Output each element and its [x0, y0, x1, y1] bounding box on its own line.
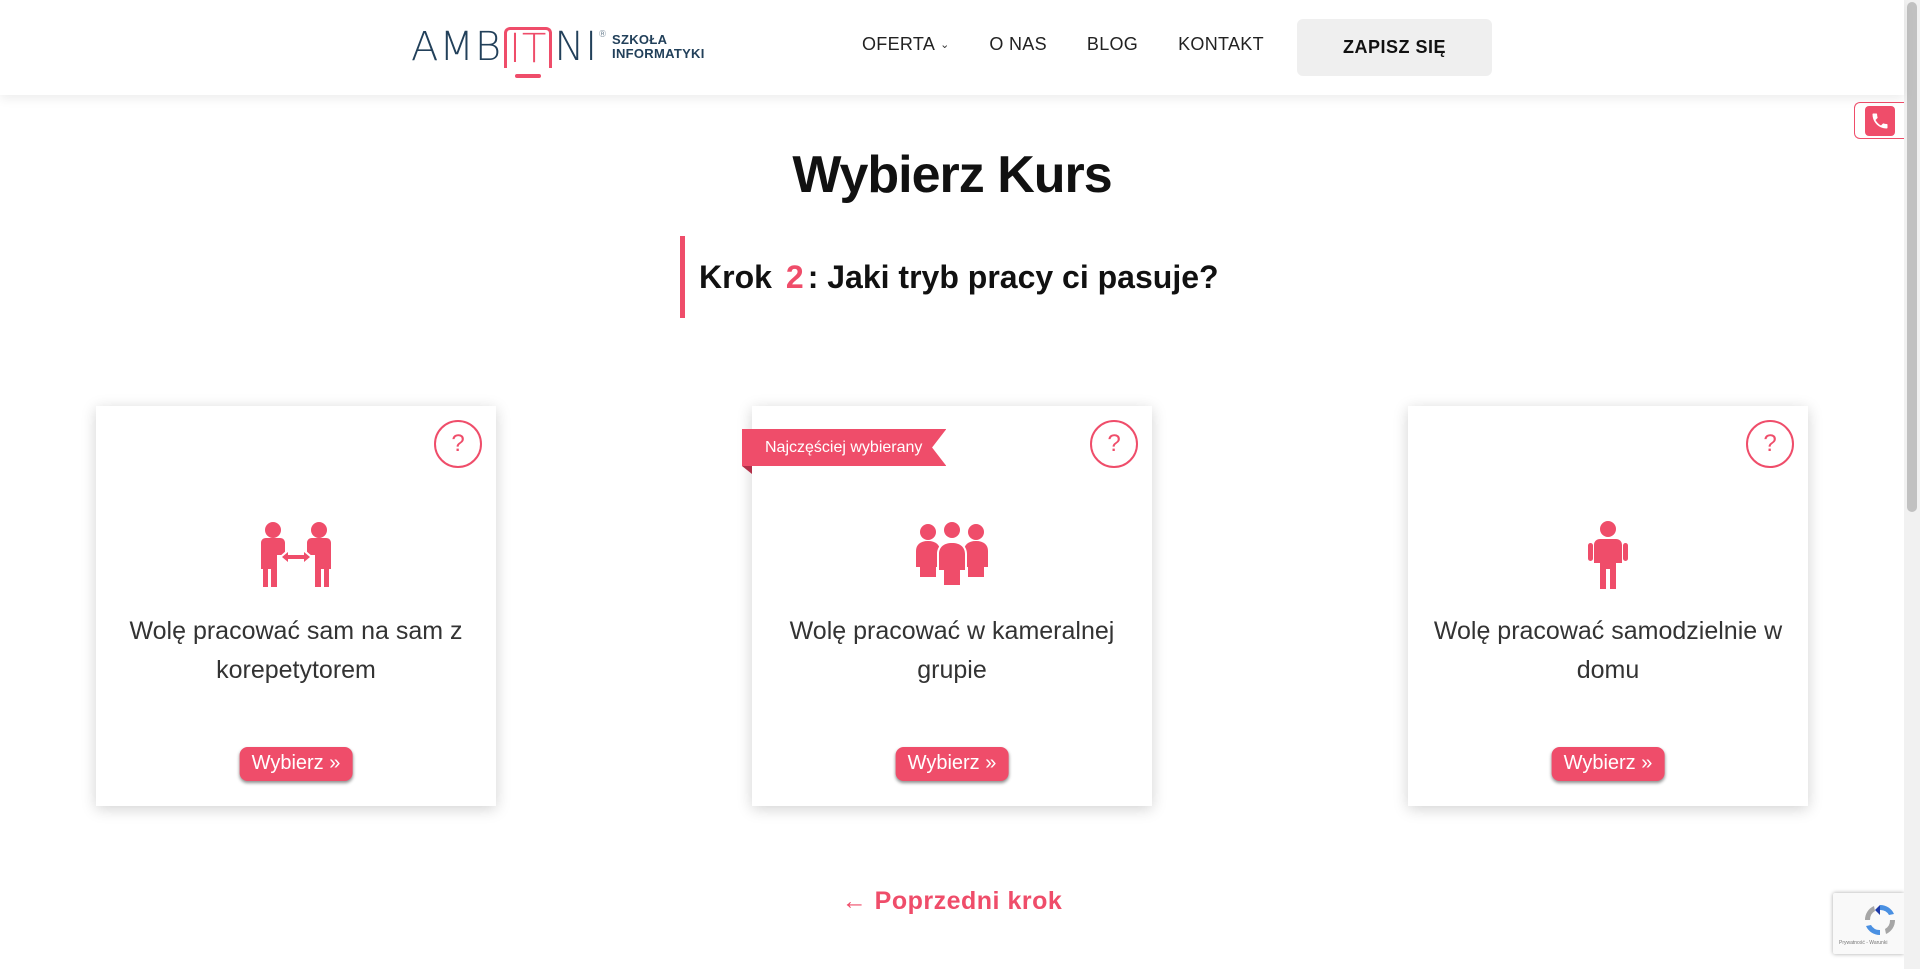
chevron-down-icon: ⌄: [940, 39, 950, 51]
page-scrollbar[interactable]: [1904, 0, 1920, 969]
step-prefix: Krok: [699, 258, 772, 295]
person-icon: [1408, 521, 1808, 589]
option-card-group: Najczęściej wybierany ? Wolę pracować w …: [742, 406, 1152, 806]
option-text: Wolę pracować sam na sam z korepetytorem: [129, 617, 463, 684]
help-question-icon[interactable]: ?: [1746, 420, 1794, 468]
nav-item-oferta[interactable]: OFERTA ⌄: [862, 34, 949, 55]
nav-oferta-link[interactable]: OFERTA: [862, 34, 935, 55]
logo-text-left: AMB: [411, 24, 503, 70]
logo-subtitle-line2: INFORMATYKI: [612, 46, 705, 61]
choose-button-one-on-one[interactable]: Wybierz »: [239, 747, 353, 781]
logo-registered: ®: [598, 30, 609, 40]
logo-text-it: IT: [504, 26, 553, 78]
page-title: Wybierz Kurs: [792, 146, 1112, 204]
option-text: Wolę pracować w kameralnej grupie: [789, 617, 1115, 684]
step-number: 2: [785, 258, 804, 295]
scrollbar-thumb[interactable]: [1907, 2, 1917, 512]
option-card-one-on-one: ? Wolę pracować sam na sam z korepetytor…: [96, 406, 496, 806]
group-icon: [752, 521, 1152, 585]
logo[interactable]: AMB IT NI ® SZKOŁA INFORMATYKI: [411, 20, 705, 78]
choose-button-group[interactable]: Wybierz »: [895, 747, 1009, 781]
logo-wordmark: AMB IT NI ®: [411, 24, 609, 78]
site-header: AMB IT NI ® SZKOŁA INFORMATYKI OFERTA ⌄ …: [0, 0, 1904, 95]
nav-blog-link[interactable]: BLOG: [1087, 34, 1138, 55]
nav-o-nas-link[interactable]: O NAS: [989, 34, 1047, 55]
recaptcha-badge[interactable]: Prywatność - Warunki: [1833, 893, 1904, 954]
help-question-icon[interactable]: ?: [434, 420, 482, 468]
logo-text-right: NI: [554, 24, 599, 70]
signup-button[interactable]: ZAPISZ SIĘ: [1297, 19, 1492, 76]
most-popular-ribbon: Najczęściej wybierany: [742, 429, 947, 466]
recaptcha-icon: [1863, 903, 1897, 942]
logo-subtitle-line1: SZKOŁA: [612, 32, 668, 47]
one-on-one-icon: [96, 521, 496, 591]
help-question-icon[interactable]: ?: [1090, 420, 1138, 468]
nav-item-blog[interactable]: BLOG: [1087, 34, 1138, 55]
phone-widget[interactable]: [1854, 102, 1904, 139]
nav-item-kontakt[interactable]: KONTAKT: [1178, 34, 1264, 55]
choose-button-self-study[interactable]: Wybierz »: [1551, 747, 1665, 781]
step-heading: Krok 2 : Jaki tryb pracy ci pasuje?: [680, 236, 1219, 318]
step-question: : Jaki tryb pracy ci pasuje?: [807, 258, 1219, 295]
main-nav: OFERTA ⌄ O NAS BLOG KONTAKT: [862, 34, 1304, 55]
option-text: Wolę pracować samodzielnie w domu: [1433, 617, 1783, 684]
phone-icon: [1864, 105, 1895, 136]
nav-kontakt-link[interactable]: KONTAKT: [1178, 34, 1264, 55]
logo-subtitle: SZKOŁA INFORMATYKI: [612, 33, 705, 61]
nav-item-o-nas[interactable]: O NAS: [989, 34, 1047, 55]
recaptcha-text[interactable]: Prywatność - Warunki: [1839, 940, 1887, 946]
previous-step-link[interactable]: ← Poprzedni krok: [0, 887, 1904, 916]
option-card-self-study: ? Wolę pracować samodzielnie w domu Wybi…: [1408, 406, 1808, 806]
ribbon-fold: [742, 466, 752, 474]
